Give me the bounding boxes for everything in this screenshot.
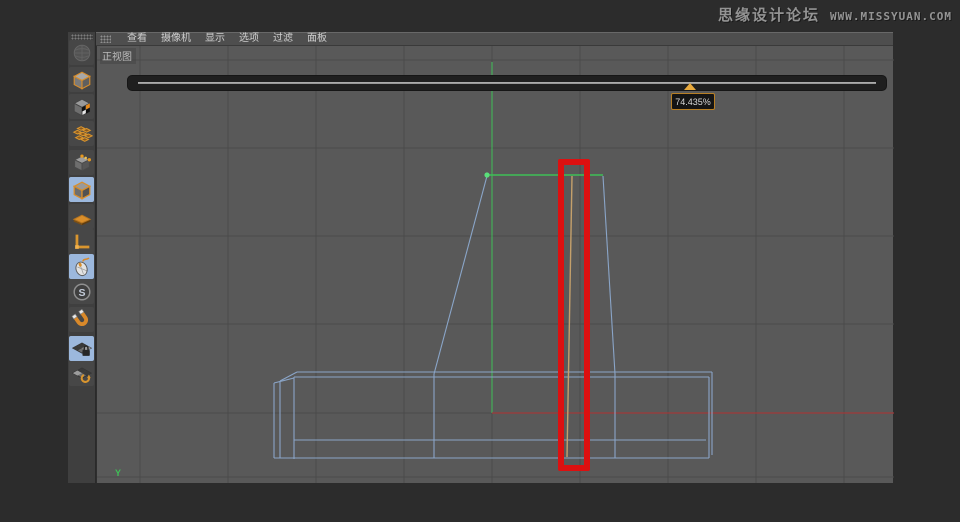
watermark-site-name: 思缘设计论坛 xyxy=(718,6,821,24)
viewport-drawing xyxy=(97,46,894,483)
slider-value-text: 74.435% xyxy=(675,96,711,107)
workplane-button[interactable] xyxy=(69,361,94,386)
menu-cameras[interactable]: 摄像机 xyxy=(161,33,191,45)
site-watermark: 思缘设计论坛 WWW.MISSYUAN.COM xyxy=(718,4,952,25)
slider-track[interactable] xyxy=(138,82,876,84)
model-mode-button[interactable] xyxy=(69,67,94,92)
watermark-site-url: WWW.MISSYUAN.COM xyxy=(830,10,952,23)
honeycomb-icon xyxy=(72,125,93,142)
convert-to-editable-button[interactable] xyxy=(69,40,94,65)
wireframe-model xyxy=(273,175,713,459)
selected-vertex-dot xyxy=(484,172,490,178)
points-mode-button[interactable] xyxy=(69,150,94,175)
tweak-mode-button[interactable] xyxy=(69,254,94,279)
menu-filter[interactable]: 过滤 xyxy=(273,33,293,45)
view-label[interactable]: 正视图 xyxy=(100,48,136,64)
workplane-icon xyxy=(71,367,92,383)
editable-sphere-icon xyxy=(73,44,90,61)
viewport-canvas[interactable]: 正视图 Y 74.435% xyxy=(96,46,894,483)
magnet-icon xyxy=(71,308,88,326)
menu-options[interactable]: 选项 xyxy=(239,33,259,45)
grid-lines xyxy=(97,46,894,483)
model-cube-icon xyxy=(72,71,91,90)
magnet-snap-button[interactable] xyxy=(69,307,94,332)
axis-icon xyxy=(74,234,89,249)
workplane-lock-icon xyxy=(71,342,92,356)
uv-texture-mode-button[interactable] xyxy=(69,121,94,146)
snap-s-icon: S xyxy=(72,282,91,301)
y-axis-label: Y xyxy=(115,468,122,478)
lock-workplane-button[interactable] xyxy=(69,336,94,361)
menu-grip-handle[interactable] xyxy=(100,35,111,43)
edges-cube-icon xyxy=(72,180,91,200)
timeline-slider[interactable]: 74.435% xyxy=(127,75,887,110)
slider-marker-triangle-icon[interactable] xyxy=(684,83,696,90)
annotation-highlight-rectangle xyxy=(558,159,590,471)
texture-cube-icon xyxy=(72,98,91,116)
edges-mode-button[interactable] xyxy=(69,177,94,202)
enable-axis-button[interactable] xyxy=(69,229,94,254)
texture-mode-button[interactable] xyxy=(69,94,94,119)
polygon-plane-icon xyxy=(72,214,91,225)
menu-panel[interactable]: 面板 xyxy=(307,33,327,45)
viewport-menu-bar: 查看 摄像机 显示 选项 过滤 面板 xyxy=(96,32,893,46)
points-cube-icon xyxy=(73,153,91,172)
snap-settings-button[interactable]: S xyxy=(69,279,94,304)
slider-value-tooltip: 74.435% xyxy=(671,93,715,110)
polygons-mode-button[interactable] xyxy=(69,204,94,229)
tool-palette: S xyxy=(68,32,96,483)
menu-display[interactable]: 显示 xyxy=(205,33,225,45)
menu-view[interactable]: 查看 xyxy=(127,33,147,45)
mouse-icon xyxy=(74,256,90,276)
svg-text:S: S xyxy=(78,286,85,298)
